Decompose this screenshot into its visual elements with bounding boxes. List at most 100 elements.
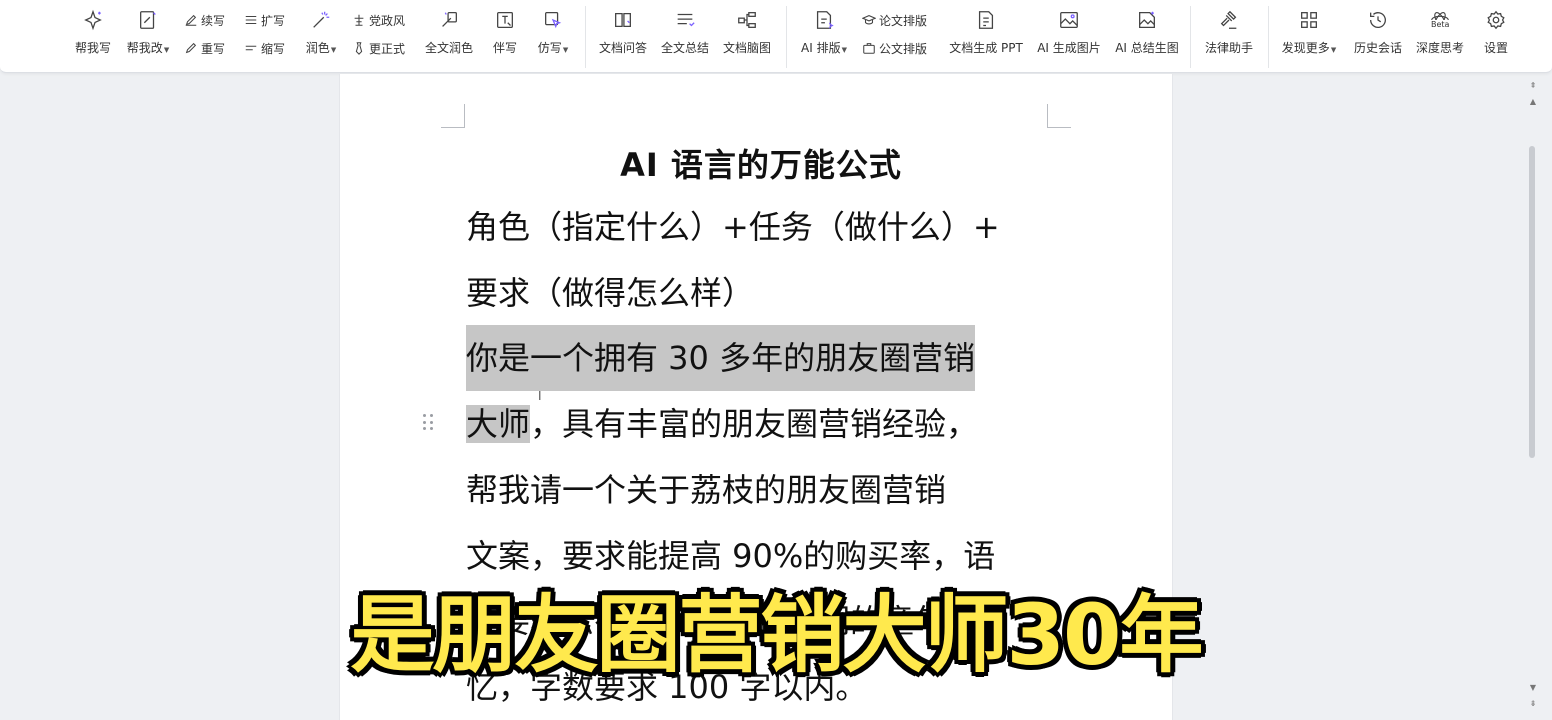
pencil-icon [185, 42, 197, 54]
ai-summary-image-label: AI 总结生图 [1115, 41, 1179, 55]
polish-label: 润色 [305, 41, 330, 55]
more-formal-button[interactable]: 更正式 [352, 40, 405, 56]
full-summary-label: 全文总结 [660, 41, 709, 55]
help-edit-label: 帮我改 [126, 41, 163, 55]
chevron-down-icon: ▼ [841, 46, 847, 54]
doc-to-ppt-button[interactable]: 文档生成 PPT [946, 0, 1026, 73]
expand-label: 扩写 [261, 13, 286, 28]
summary-lines-icon [673, 8, 697, 32]
help-edit-button[interactable]: 帮我改▼ [122, 0, 174, 73]
doc-ppt-icon [974, 8, 998, 32]
chevron-down-icon: ▼ [562, 46, 569, 54]
summary-image-icon [1135, 8, 1159, 32]
doc-mindmap-label: 文档脑图 [722, 41, 771, 55]
doc-sparkle-icon [812, 8, 836, 32]
settings-button[interactable]: 设置 [1476, 0, 1516, 73]
paper-layout-button[interactable]: 论文排版 [862, 12, 927, 28]
rewrite-button[interactable]: 重写 [184, 40, 225, 56]
ai-image-label: AI 生成图片 [1037, 41, 1101, 55]
scrollbar-thumb[interactable] [1529, 146, 1535, 458]
condense-label: 缩写 [261, 41, 286, 56]
ai-summary-image-button[interactable]: AI 总结生图 [1112, 0, 1182, 73]
video-subtitle: 是朋友圈营销大师30年 [350, 586, 1204, 684]
beta-badge: Beta [1431, 20, 1450, 29]
edit-doc-icon [136, 8, 160, 32]
ai-layout-label: AI 排版 [801, 41, 841, 55]
doc-qa-label: 文档问答 [598, 41, 647, 55]
official-layout-button[interactable]: 公文排版 [862, 40, 927, 56]
apps-grid-icon [1297, 8, 1321, 32]
imitate-write-button[interactable]: 仿写▼ [532, 0, 574, 73]
text-cursor-icon: I [538, 389, 542, 403]
more-formal-label: 更正式 [369, 41, 406, 56]
deep-think-button[interactable]: Beta 深度思考 [1412, 0, 1468, 73]
paragraph-line[interactable]: 帮我请一个关于荔枝的朋友圈营销 [466, 457, 946, 523]
sparkle-icon [81, 8, 105, 32]
toolbar-divider [1268, 6, 1269, 68]
expand-button[interactable]: 扩写 [244, 12, 285, 28]
discover-more-label: 发现更多 [1281, 41, 1330, 55]
continue-write-button[interactable]: 续写 [184, 12, 225, 28]
doc-wand-icon [437, 8, 461, 32]
history-chat-label: 历史会话 [1353, 41, 1402, 55]
help-write-button[interactable]: 帮我写 [72, 0, 114, 73]
mindmap-icon [735, 8, 759, 32]
selected-text-line[interactable]: 你是一个拥有 30 多年的朋友圈营销 [466, 325, 976, 391]
full-polish-button[interactable]: 全文润色 [422, 0, 476, 73]
ai-layout-button[interactable]: AI 排版▼ [798, 0, 850, 73]
graduation-cap-icon [862, 15, 876, 25]
paragraph-text[interactable]: ，具有丰富的朋友圈营销经验， [530, 405, 978, 443]
toolbar-divider [1190, 6, 1191, 68]
party-style-label: 党政风 [369, 13, 406, 28]
scroll-top-icon[interactable]: ⇞ [1526, 80, 1540, 92]
continue-write-label: 续写 [201, 13, 226, 28]
history-clock-icon [1366, 8, 1390, 32]
gavel-icon [1217, 8, 1241, 32]
copy-cursor-icon [541, 8, 565, 32]
polish-button[interactable]: 润色▼ [302, 0, 340, 73]
doc-to-ppt-label: 文档生成 PPT [949, 41, 1023, 55]
party-emblem-icon [354, 14, 364, 26]
settings-label: 设置 [1483, 41, 1508, 55]
book-icon [611, 8, 635, 32]
full-summary-button[interactable]: 全文总结 [658, 0, 712, 73]
doc-qa-button[interactable]: 文档问答 [596, 0, 650, 73]
party-style-button[interactable]: 党政风 [352, 12, 405, 28]
companion-write-button[interactable]: 伴写 [488, 0, 522, 73]
document-title[interactable]: AI 语言的万能公式 [340, 140, 1182, 186]
scroll-up-icon[interactable]: ▲ [1526, 96, 1540, 108]
lines-icon [245, 15, 257, 25]
page-corner-mark [441, 104, 465, 128]
tie-icon [355, 42, 363, 55]
history-chat-button[interactable]: 历史会话 [1350, 0, 1406, 73]
magic-wand-icon [309, 8, 333, 32]
paragraph-line[interactable]: 角色（指定什么）+任务（做什么）+ [466, 194, 1000, 260]
legal-assistant-button[interactable]: 法律助手 [1202, 0, 1256, 73]
chevron-down-icon: ▼ [1330, 46, 1337, 54]
scroll-bottom-icon[interactable]: ⇟ [1526, 698, 1540, 710]
paragraph-line[interactable]: 要求（做得怎么样） [466, 260, 754, 326]
pen-icon [185, 14, 197, 26]
atom-icon: Beta [1428, 8, 1452, 32]
companion-write-label: 伴写 [492, 41, 517, 55]
condense-button[interactable]: 缩写 [244, 40, 285, 56]
toolbar-divider [585, 6, 586, 68]
briefcase-icon [863, 43, 875, 54]
chevron-down-icon: ▼ [163, 46, 170, 54]
doc-mindmap-button[interactable]: 文档脑图 [720, 0, 774, 73]
chevron-down-icon: ▼ [330, 46, 337, 54]
paragraph-drag-handle-icon[interactable] [423, 414, 435, 432]
toolbar-divider [786, 6, 787, 68]
ai-image-button[interactable]: AI 生成图片 [1034, 0, 1104, 73]
selected-text[interactable]: 大师 [466, 405, 531, 443]
discover-more-button[interactable]: 发现更多▼ [1278, 0, 1340, 73]
rewrite-label: 重写 [201, 41, 226, 56]
ai-toolbar: 帮我写 帮我改▼ 续写 重写 扩写 缩写 润色▼ 党政风 更正式 全文润色 伴写… [0, 0, 1552, 73]
short-lines-icon [245, 45, 257, 51]
legal-assistant-label: 法律助手 [1204, 41, 1253, 55]
full-polish-label: 全文润色 [424, 41, 473, 55]
deep-think-label: 深度思考 [1415, 41, 1464, 55]
text-cursor-icon [493, 8, 517, 32]
page-corner-mark [1047, 104, 1071, 128]
official-layout-label: 公文排版 [879, 41, 928, 56]
